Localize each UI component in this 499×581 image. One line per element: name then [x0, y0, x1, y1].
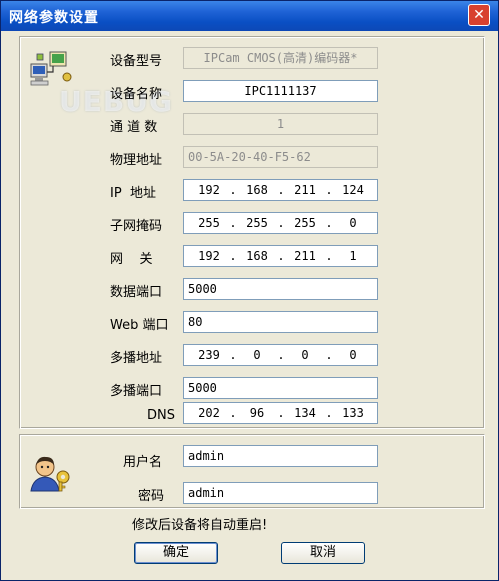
octet-dot: .: [277, 216, 285, 230]
dns-octet: 134: [294, 406, 316, 420]
physical-address-label: 物理地址: [110, 153, 163, 168]
ok-button[interactable]: 确定: [134, 542, 218, 564]
multicast-port-label: 多播端口: [110, 384, 163, 399]
gateway-octet: 211: [294, 249, 316, 263]
octet-dot: .: [229, 348, 237, 362]
device-name-input[interactable]: IPC1111137: [183, 80, 378, 102]
password-label: 密码: [138, 489, 165, 504]
web-port-label: Web 端口: [110, 318, 169, 333]
octet-dot: .: [325, 348, 333, 362]
octet-dot: .: [277, 249, 285, 263]
gateway-input[interactable]: 192 . 168 . 211 . 1: [183, 245, 378, 267]
gateway-octet: 1: [349, 249, 357, 263]
data-port-input[interactable]: 5000: [183, 278, 378, 300]
data-port-label: 数据端口: [110, 285, 163, 300]
dns-label: DNS: [147, 408, 175, 423]
multicast-octet: 0: [301, 348, 309, 362]
octet-dot: .: [229, 216, 237, 230]
dns-octet: 202: [198, 406, 220, 420]
ip-octet: 124: [342, 183, 364, 197]
octet-dot: .: [325, 216, 333, 230]
mask-octet: 255: [294, 216, 316, 230]
mask-octet: 0: [349, 216, 357, 230]
channel-count-field: 1: [183, 113, 378, 135]
gateway-label: 网 关: [110, 252, 153, 267]
network-computer-icon: [30, 51, 72, 86]
ip-octet: 211: [294, 183, 316, 197]
dns-octet: 133: [342, 406, 364, 420]
device-model-label: 设备型号: [110, 54, 163, 69]
octet-dot: .: [277, 406, 285, 420]
channel-count-label: 通 道 数: [110, 120, 158, 135]
multicast-port-input[interactable]: 5000: [183, 377, 378, 399]
gateway-octet: 192: [198, 249, 220, 263]
ip-octet: 168: [246, 183, 268, 197]
device-model-field: IPCam CMOS(高清)编码器*: [183, 47, 378, 69]
multicast-octet: 0: [253, 348, 261, 362]
cancel-button[interactable]: 取消: [281, 542, 365, 564]
password-input[interactable]: admin: [183, 482, 378, 504]
multicast-address-label: 多播地址: [110, 351, 163, 366]
octet-dot: .: [277, 348, 285, 362]
close-icon: ✕: [473, 7, 485, 23]
gateway-octet: 168: [246, 249, 268, 263]
octet-dot: .: [325, 249, 333, 263]
physical-address-field: 00-5A-20-40-F5-62: [183, 146, 378, 168]
user-key-icon: [30, 456, 70, 492]
ip-address-label: IP 地址: [110, 186, 156, 201]
dns-input[interactable]: 202 . 96 . 134 . 133: [183, 402, 378, 424]
multicast-address-input[interactable]: 239 . 0 . 0 . 0: [183, 344, 378, 366]
subnet-mask-label: 子网掩码: [110, 219, 163, 234]
window-title: 网络参数设置: [9, 10, 99, 26]
title-bar[interactable]: 网络参数设置 ✕: [1, 1, 498, 31]
ip-octet: 192: [198, 183, 220, 197]
octet-dot: .: [325, 183, 333, 197]
username-input[interactable]: admin: [183, 445, 378, 467]
multicast-octet: 0: [349, 348, 357, 362]
mask-octet: 255: [246, 216, 268, 230]
ip-address-input[interactable]: 192 . 168 . 211 . 124: [183, 179, 378, 201]
restart-notice: 修改后设备将自动重启!: [132, 518, 268, 533]
device-name-label: 设备名称: [110, 87, 163, 102]
mask-octet: 255: [198, 216, 220, 230]
multicast-octet: 239: [198, 348, 220, 362]
subnet-mask-input[interactable]: 255 . 255 . 255 . 0: [183, 212, 378, 234]
octet-dot: .: [229, 249, 237, 263]
dialog-window: 网络参数设置 ✕ UEBUG 设备型号 IPCam CMOS(高清)编码器* 设…: [0, 0, 499, 581]
octet-dot: .: [229, 183, 237, 197]
web-port-input[interactable]: 80: [183, 311, 378, 333]
octet-dot: .: [229, 406, 237, 420]
close-button[interactable]: ✕: [468, 4, 490, 26]
octet-dot: .: [325, 406, 333, 420]
username-label: 用户名: [123, 455, 163, 470]
dns-octet: 96: [249, 406, 265, 420]
octet-dot: .: [277, 183, 285, 197]
